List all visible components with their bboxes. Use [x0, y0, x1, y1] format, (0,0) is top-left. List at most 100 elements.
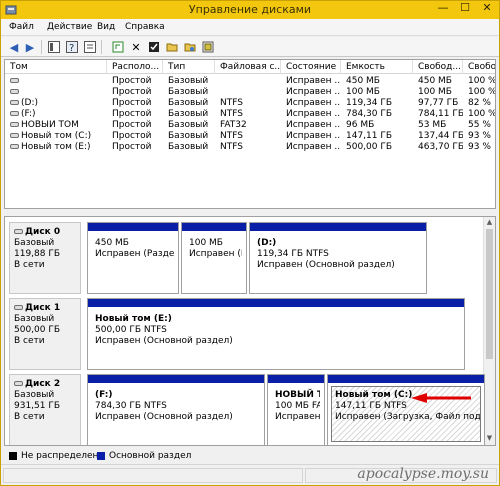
disk-name: Диск 0: [25, 227, 61, 237]
toolbar-separator: [101, 40, 102, 54]
forward-icon[interactable]: ▶: [23, 40, 37, 54]
title-bar[interactable]: Управление дисками — ☐ ✕: [1, 1, 499, 19]
maximize-button[interactable]: ☐: [455, 1, 475, 19]
cell-text: Простой: [112, 131, 152, 141]
partition-selected[interactable]: Новый том (C:) 147,11 ГБ NTFS Исправен (…: [327, 374, 485, 445]
disk-type: Базовый: [14, 390, 55, 400]
help-icon[interactable]: ?: [65, 40, 79, 54]
volume-cell: 82 %: [463, 98, 495, 109]
column-filesystem[interactable]: Файловая с...: [215, 60, 281, 74]
cell-text: 93 %: [468, 131, 491, 141]
disk-name: Диск 2: [25, 379, 61, 389]
partition-state: Исправен (Основной раздел): [95, 336, 233, 346]
cell-text: Исправен ...: [286, 76, 341, 86]
cell-text: Простой: [112, 142, 152, 152]
volume-cell: 119,34 ГБ: [341, 98, 413, 109]
disk-status: В сети: [14, 260, 45, 270]
volume-cell: 96 МБ: [341, 120, 413, 131]
cell-text: 96 МБ: [346, 120, 375, 130]
delete-icon[interactable]: ✕: [129, 40, 143, 54]
volume-icon: [10, 89, 19, 94]
cell-text: Базовый: [168, 98, 209, 108]
partition[interactable]: (F:) 784,30 ГБ NTFS Исправен (Основной р…: [87, 374, 265, 445]
cell-text: NTFS: [220, 109, 243, 119]
volume-cell: 100 %: [463, 87, 495, 98]
properties-icon[interactable]: [83, 40, 97, 54]
column-free-percent[interactable]: Свобод...: [463, 60, 495, 74]
open-icon[interactable]: [165, 40, 179, 54]
volume-row[interactable]: Простой Базовый Исправен ... 450 МБ 450 МБ 10…: [5, 76, 495, 87]
volume-cell: 147,11 ГБ: [341, 131, 413, 142]
volume-cell: 450 МБ: [413, 76, 463, 87]
disk-0-info[interactable]: Диск 0 Базовый 119,88 ГБ В сети: [9, 222, 81, 294]
volume-cell: Базовый: [163, 109, 215, 120]
explore-icon[interactable]: [183, 40, 197, 54]
column-layout[interactable]: Располо...: [107, 60, 163, 74]
volume-cell: FAT32: [215, 120, 281, 131]
cell-text: Базовый: [168, 131, 209, 141]
menu-file[interactable]: Файл: [9, 22, 34, 32]
disk-icon: [14, 229, 23, 234]
partition-state: Исправен (Раздел в: [95, 249, 175, 259]
partition[interactable]: (D:) 119,34 ГБ NTFS Исправен (Основной р…: [249, 222, 427, 294]
volume-row[interactable]: Простой Базовый Исправен ... 100 МБ 100 МБ 10…: [5, 87, 495, 98]
partition[interactable]: 100 МБ Исправен (Ши: [181, 222, 247, 294]
column-free-space[interactable]: Свобод...: [413, 60, 463, 74]
disk-2-row: Диск 2 Базовый 931,51 ГБ В сети (F:) 784…: [9, 374, 485, 445]
cell-text: 450 МБ: [418, 76, 452, 86]
volume-cell: Простой: [107, 76, 163, 87]
volume-row[interactable]: НОВЫЙ ТОМ Простой Базовый FAT32 Исправен ...…: [5, 120, 495, 131]
partition-title: Новый том (E:): [95, 314, 172, 324]
volume-row[interactable]: (D:) Простой Базовый NTFS Исправен ... 119,34…: [5, 98, 495, 109]
volume-cell: NTFS: [215, 109, 281, 120]
cell-text: 100 %: [468, 76, 496, 86]
cell-text: 119,34 ГБ: [346, 98, 393, 108]
column-status[interactable]: Состояние: [281, 60, 341, 74]
disk-management-window: Управление дисками — ☐ ✕ Файл Действие В…: [0, 0, 500, 486]
legend-label-primary: Основной раздел: [109, 451, 192, 461]
cell-text: НОВЫЙ ТОМ: [21, 120, 79, 130]
menu-help[interactable]: Справка: [125, 22, 165, 32]
close-button[interactable]: ✕: [477, 1, 497, 19]
minimize-button[interactable]: —: [433, 1, 453, 19]
cell-text: 100 %: [468, 109, 496, 119]
volume-name-cell: [5, 87, 107, 98]
scroll-thumb[interactable]: [486, 229, 493, 359]
cell-text: 463,70 ГБ: [418, 142, 463, 152]
cell-text: Исправен ...: [286, 120, 341, 130]
volume-row[interactable]: Новый том (E:) Простой Базовый NTFS Исправен…: [5, 142, 495, 153]
refresh-icon[interactable]: [111, 40, 125, 54]
disk-name: Диск 1: [25, 303, 61, 313]
cell-text: 147,11 ГБ: [346, 131, 393, 141]
volume-row[interactable]: Новый том (C:) Простой Базовый NTFS Исправен…: [5, 131, 495, 142]
partition[interactable]: 450 МБ Исправен (Раздел в: [87, 222, 179, 294]
cell-text: 100 МБ: [346, 87, 380, 97]
scroll-up-icon[interactable]: ▲: [484, 218, 495, 228]
partition-state: Исправен (Основной раздел): [257, 260, 395, 270]
back-icon[interactable]: ◀: [7, 40, 21, 54]
cell-text: NTFS: [220, 142, 243, 152]
volume-row[interactable]: (F:) Простой Базовый NTFS Исправен ... 784,30…: [5, 109, 495, 120]
console-tree-icon[interactable]: [47, 40, 61, 54]
disk-2-info[interactable]: Диск 2 Базовый 931,51 ГБ В сети: [9, 374, 81, 445]
pane-splitter[interactable]: [1, 211, 499, 215]
partition-size: 100 МБ: [189, 238, 223, 248]
partition-title: НОВЫЙ ТО: [275, 390, 320, 400]
column-volume[interactable]: Том: [5, 60, 107, 74]
check-icon[interactable]: [147, 40, 161, 54]
volume-name-cell: Новый том (E:): [5, 142, 107, 153]
cell-text: NTFS: [220, 131, 243, 141]
menu-view[interactable]: Вид: [97, 22, 115, 32]
partition[interactable]: Новый том (E:) 500,00 ГБ NTFS Исправен (…: [87, 298, 465, 370]
disk-0-row: Диск 0 Базовый 119,88 ГБ В сети 450 МБ И…: [9, 222, 483, 294]
scroll-down-icon[interactable]: ▼: [484, 434, 495, 444]
disk-status: В сети: [14, 412, 45, 422]
disk-1-info[interactable]: Диск 1 Базовый 500,00 ГБ В сети: [9, 298, 81, 370]
legend-label-unallocated: Не распределена: [21, 451, 104, 461]
partition[interactable]: НОВЫЙ ТО 100 МБ FAT32 Исправен (: [267, 374, 325, 445]
column-type[interactable]: Тип: [163, 60, 215, 74]
cell-text: (F:): [21, 109, 36, 119]
column-capacity[interactable]: Емкость: [341, 60, 413, 74]
settings-icon[interactable]: [201, 40, 215, 54]
menu-action[interactable]: Действие: [47, 22, 92, 32]
